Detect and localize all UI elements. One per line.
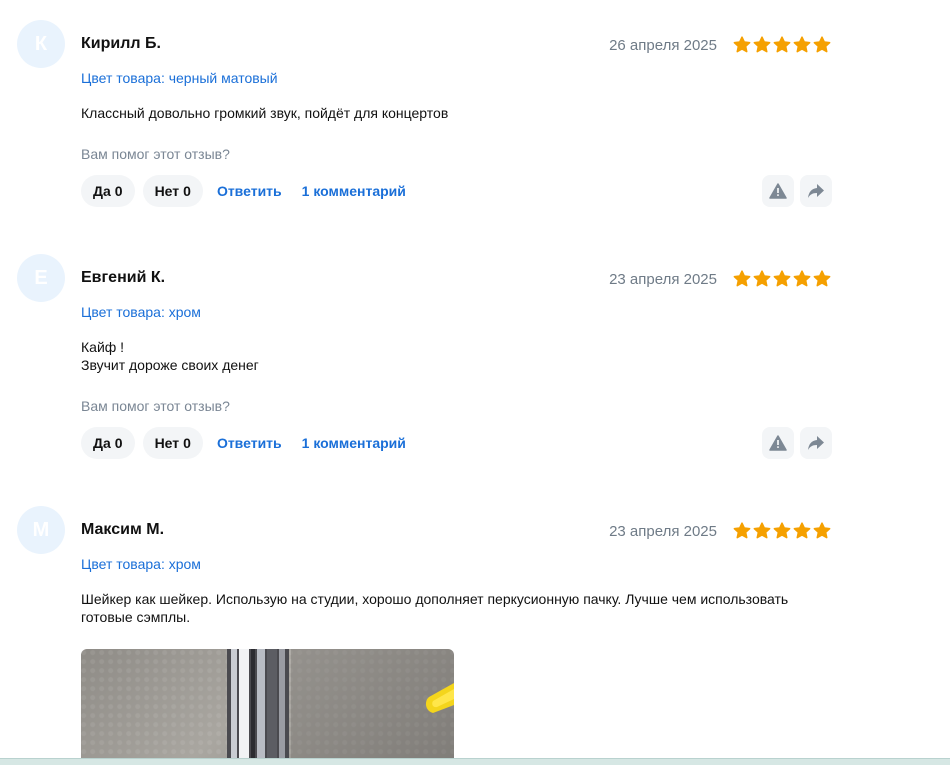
report-button[interactable] [762, 427, 794, 459]
star-icon [773, 270, 791, 287]
helpful-question: Вам помог этот отзыв? [81, 398, 230, 414]
star-icon [753, 270, 771, 287]
helpful-question: Вам помог этот отзыв? [81, 146, 230, 162]
avatar: Е [17, 254, 65, 302]
rating-stars [733, 36, 831, 54]
review-date: 23 апреля 2025 [609, 523, 717, 540]
no-button[interactable]: Нет 0 [142, 175, 203, 207]
review-author[interactable]: Максим М. [81, 521, 164, 539]
report-button[interactable] [762, 175, 794, 207]
product-color: Цвет товара: хром [81, 304, 201, 320]
review-date: 23 апреля 2025 [609, 271, 717, 288]
comments-link[interactable]: 1 комментарий [302, 183, 406, 199]
star-icon [733, 270, 751, 287]
yes-button[interactable]: Да 0 [81, 175, 135, 207]
review-actions: Да 0 Нет 0 Ответить 1 комментарий [81, 427, 420, 459]
star-icon [813, 522, 831, 539]
review-actions: Да 0 Нет 0 Ответить 1 комментарий [81, 175, 420, 207]
review-date: 26 апреля 2025 [609, 37, 717, 54]
product-color: Цвет товара: хром [81, 556, 201, 572]
yes-count: 0 [114, 183, 123, 199]
avatar: М [17, 506, 65, 554]
share-arrow-icon [808, 184, 824, 198]
reply-link[interactable]: Ответить [217, 435, 282, 451]
yes-count: 0 [114, 435, 123, 451]
no-label: Нет [154, 183, 180, 199]
review-author[interactable]: Кирилл Б. [81, 35, 161, 53]
star-icon [733, 522, 751, 539]
star-icon [813, 36, 831, 53]
star-icon [753, 36, 771, 53]
star-icon [793, 36, 811, 53]
warning-triangle-icon [769, 435, 787, 451]
share-button[interactable] [800, 175, 832, 207]
shaker-photo-image [227, 649, 454, 764]
share-arrow-icon [808, 436, 824, 450]
star-icon [753, 522, 771, 539]
review-author[interactable]: Евгений К. [81, 269, 165, 287]
yes-label: Да [93, 435, 111, 451]
review-photo[interactable] [81, 649, 454, 764]
product-color: Цвет товара: черный матовый [81, 70, 278, 86]
review-text: Шейкер как шейкер. Использую на студии, … [81, 591, 789, 625]
comments-link[interactable]: 1 комментарий [302, 435, 406, 451]
star-icon [773, 522, 791, 539]
rating-stars [733, 270, 831, 288]
reply-link[interactable]: Ответить [217, 183, 282, 199]
star-icon [813, 270, 831, 287]
no-count: 0 [183, 435, 191, 451]
star-icon [733, 36, 751, 53]
review-text: Классный довольно громкий звук, пойдёт д… [81, 105, 449, 121]
rating-stars [733, 522, 831, 540]
star-icon [793, 270, 811, 287]
avatar: К [17, 20, 65, 68]
yes-button[interactable]: Да 0 [81, 427, 135, 459]
review-text: Кайф ! Звучит дороже своих денег [81, 339, 259, 373]
yes-label: Да [93, 183, 111, 199]
share-button[interactable] [800, 427, 832, 459]
no-button[interactable]: Нет 0 [142, 427, 203, 459]
star-icon [773, 36, 791, 53]
no-label: Нет [154, 435, 180, 451]
no-count: 0 [183, 183, 191, 199]
warning-triangle-icon [769, 183, 787, 199]
star-icon [793, 522, 811, 539]
